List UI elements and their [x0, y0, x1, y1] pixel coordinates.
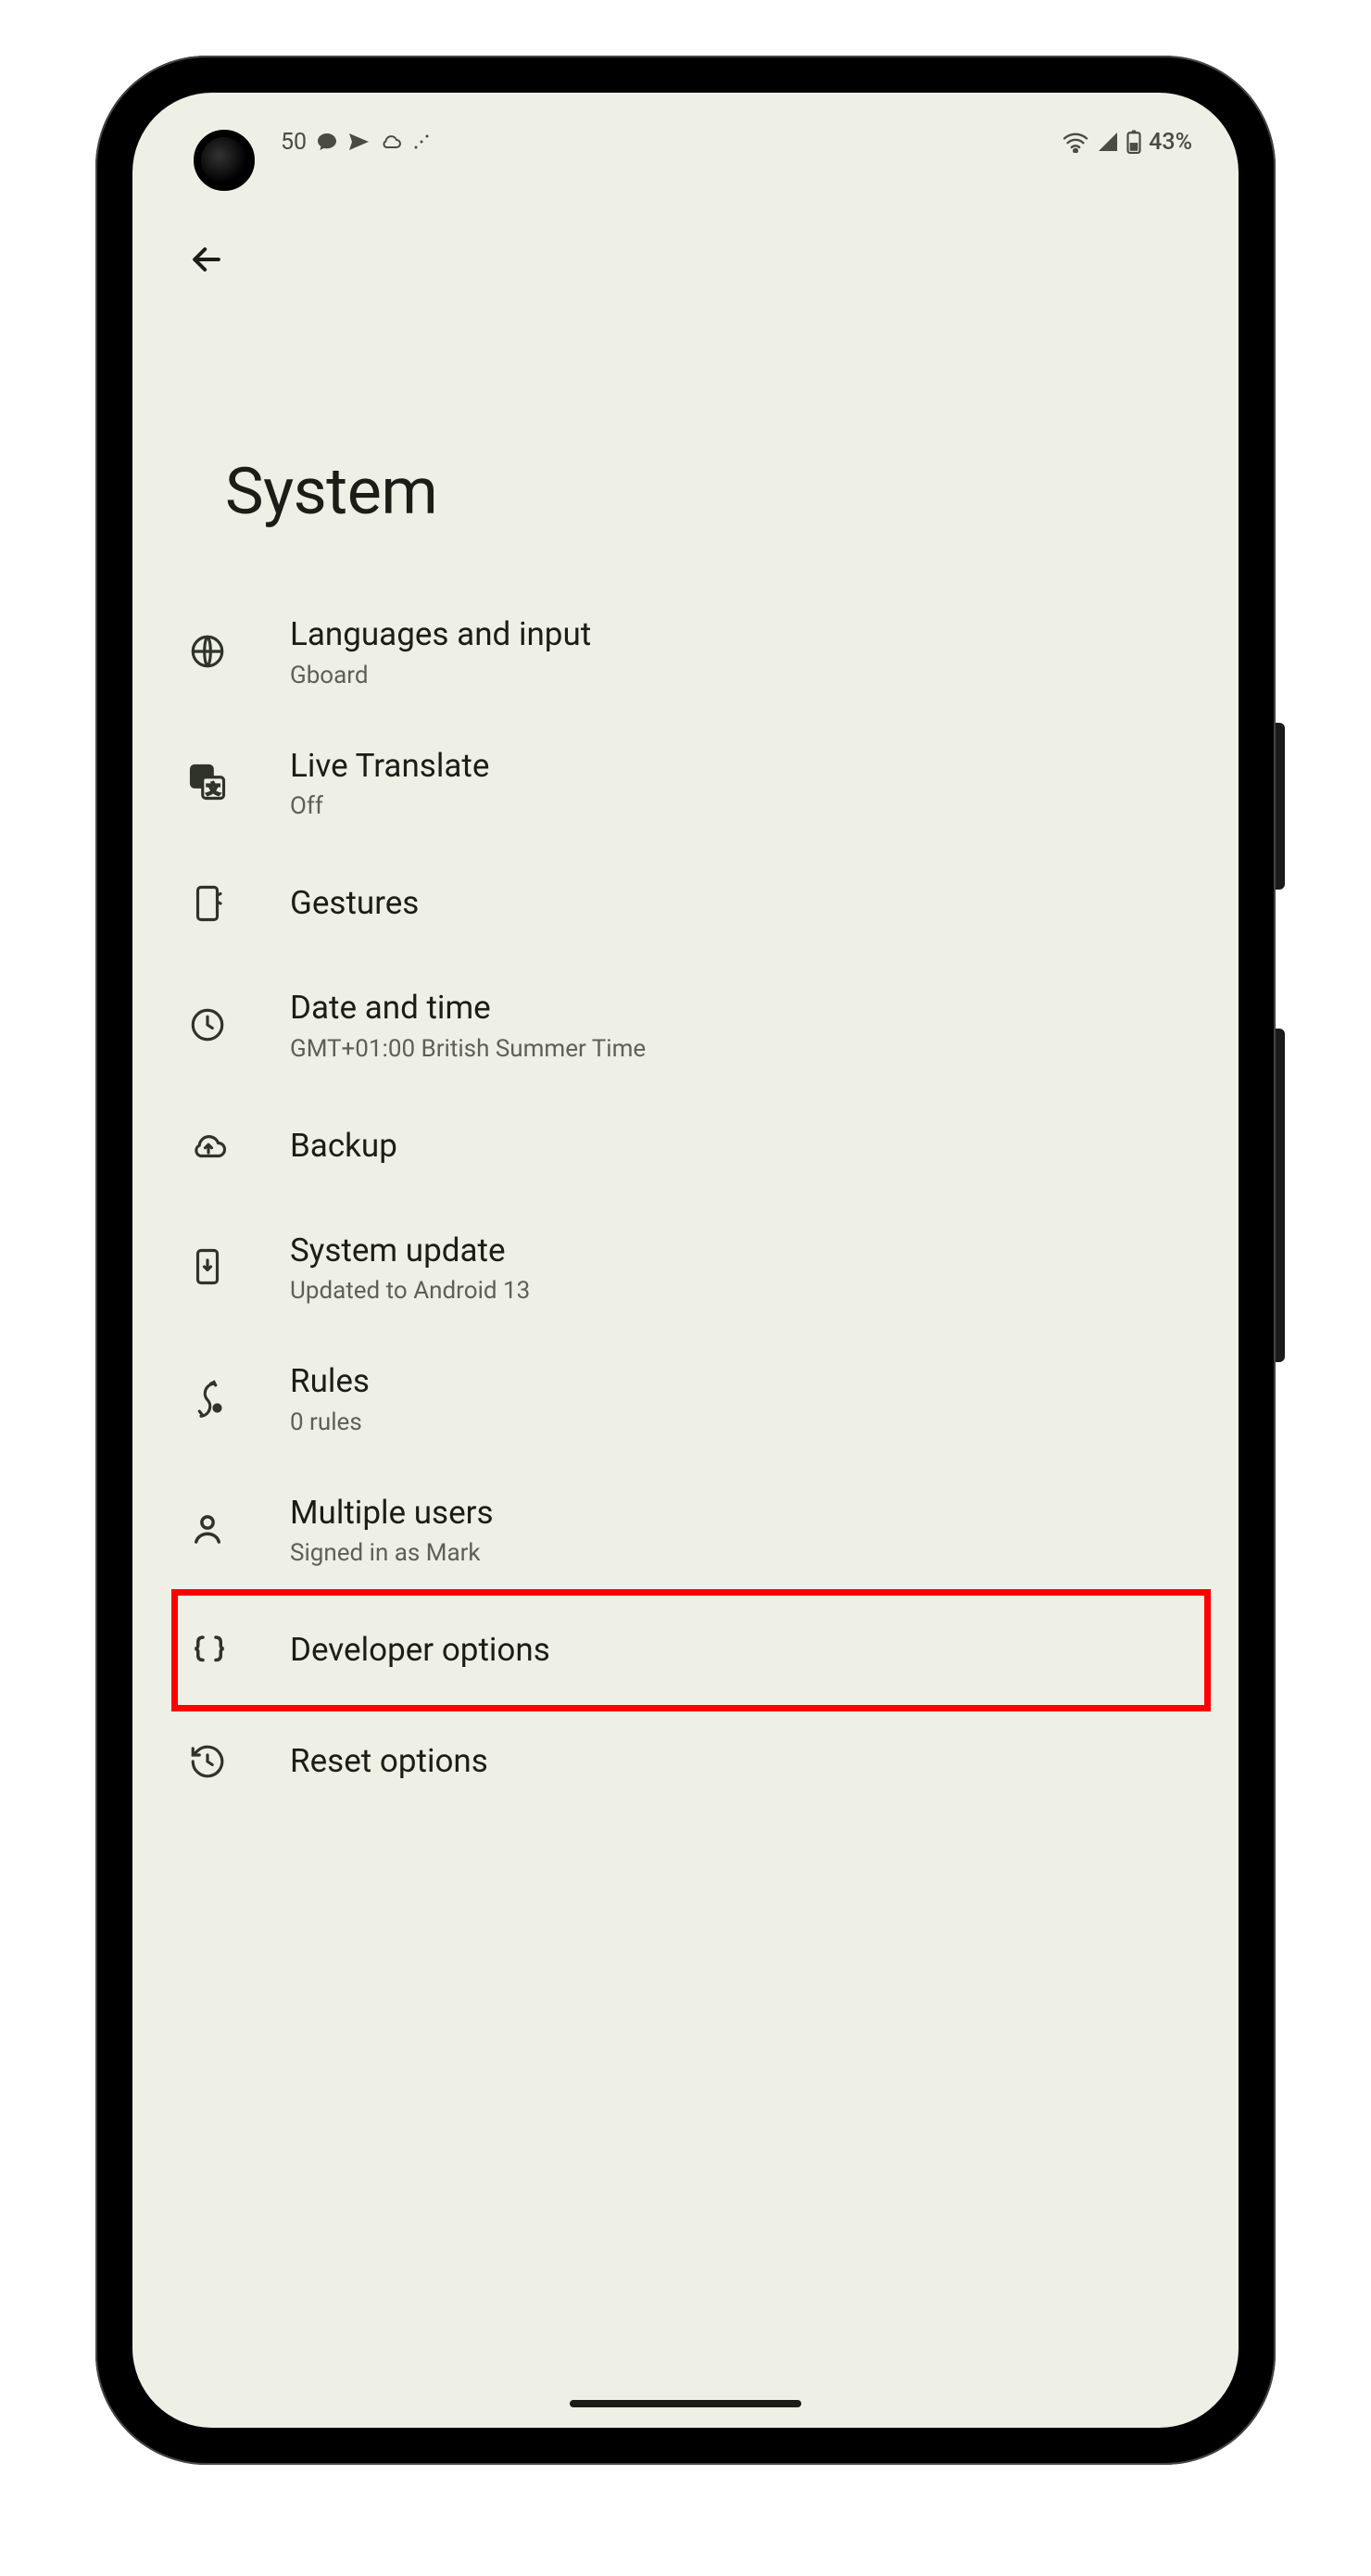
- row-reset-options[interactable]: Reset options: [132, 1706, 1239, 1817]
- row-texts: Gestures: [290, 882, 1201, 925]
- battery-percent: 43%: [1149, 129, 1192, 156]
- row-subtitle: Off: [290, 792, 1201, 820]
- app-bar: [132, 167, 1239, 297]
- globe-icon: [188, 632, 290, 671]
- dots-icon: [412, 133, 431, 151]
- row-title: System update: [290, 1230, 1201, 1272]
- row-title: Multiple users: [290, 1492, 1201, 1534]
- row-title: Live Translate: [290, 745, 1201, 788]
- braces-icon: [188, 1631, 290, 1670]
- chat-icon: [316, 131, 338, 153]
- row-title: Reset options: [290, 1740, 1201, 1783]
- row-title: Developer options: [290, 1629, 1201, 1672]
- row-subtitle: 0 rules: [290, 1408, 1201, 1436]
- row-subtitle: Gboard: [290, 662, 1201, 689]
- row-texts: Date and time GMT+01:00 British Summer Ti…: [290, 987, 1201, 1063]
- svg-text:文: 文: [207, 782, 220, 797]
- row-texts: Languages and input Gboard: [290, 613, 1201, 689]
- row-system-update[interactable]: System update Updated to Android 13: [132, 1202, 1239, 1333]
- volume-button[interactable]: [1276, 1029, 1285, 1362]
- phone-frame: 50: [95, 56, 1276, 2465]
- row-gestures[interactable]: Gestures: [132, 848, 1239, 959]
- row-live-translate[interactable]: G文Live Translate Off: [132, 717, 1239, 849]
- row-title: Gestures: [290, 882, 1201, 925]
- battery-icon: [1126, 130, 1141, 154]
- cloud-up-icon: [188, 1127, 290, 1166]
- page-title: System: [132, 297, 1239, 576]
- row-languages[interactable]: Languages and input Gboard: [132, 586, 1239, 717]
- row-rules[interactable]: Rules 0 rules: [132, 1332, 1239, 1464]
- row-texts: Live Translate Off: [290, 745, 1201, 821]
- row-texts: Developer options: [290, 1629, 1201, 1672]
- row-subtitle: GMT+01:00 British Summer Time: [290, 1035, 1201, 1063]
- status-right: 43%: [1062, 129, 1192, 156]
- clock-icon: [188, 1005, 290, 1044]
- back-button[interactable]: [170, 222, 244, 297]
- rules-icon: [188, 1379, 290, 1418]
- row-multiple-users[interactable]: Multiple users Signed in as Mark: [132, 1464, 1239, 1596]
- gesture-phone-icon: [188, 884, 290, 923]
- status-left: 50: [281, 129, 431, 156]
- row-backup[interactable]: Backup: [132, 1091, 1239, 1202]
- phone-download-icon: [188, 1247, 290, 1286]
- settings-list: Languages and input Gboard G文Live Translat…: [132, 576, 1239, 1826]
- row-title: Languages and input: [290, 613, 1201, 656]
- cloud-icon: [379, 131, 403, 153]
- back-arrow-icon: [186, 239, 227, 280]
- clock-fragment: 50: [281, 129, 307, 156]
- person-icon: [188, 1509, 290, 1548]
- translate-icon: G文: [188, 763, 290, 802]
- row-date-time[interactable]: Date and time GMT+01:00 British Summer Ti…: [132, 959, 1239, 1091]
- status-bar: 50: [132, 93, 1239, 167]
- history-icon: [188, 1742, 290, 1781]
- row-title: Date and time: [290, 987, 1201, 1029]
- navigation-pill[interactable]: [570, 2400, 801, 2407]
- front-camera: [194, 130, 255, 191]
- row-texts: System update Updated to Android 13: [290, 1230, 1201, 1306]
- power-button[interactable]: [1276, 723, 1285, 890]
- send-icon: [347, 131, 370, 153]
- row-subtitle: Signed in as Mark: [290, 1539, 1201, 1567]
- row-title: Rules: [290, 1360, 1201, 1403]
- wifi-icon: [1062, 131, 1089, 153]
- row-developer-options[interactable]: Developer options: [132, 1595, 1239, 1706]
- row-title: Backup: [290, 1125, 1201, 1168]
- row-texts: Multiple users Signed in as Mark: [290, 1492, 1201, 1568]
- row-texts: Rules 0 rules: [290, 1360, 1201, 1436]
- row-subtitle: Updated to Android 13: [290, 1277, 1201, 1305]
- screen: 50: [132, 93, 1239, 2428]
- cellular-icon: [1097, 131, 1119, 153]
- row-texts: Backup: [290, 1125, 1201, 1168]
- row-texts: Reset options: [290, 1740, 1201, 1783]
